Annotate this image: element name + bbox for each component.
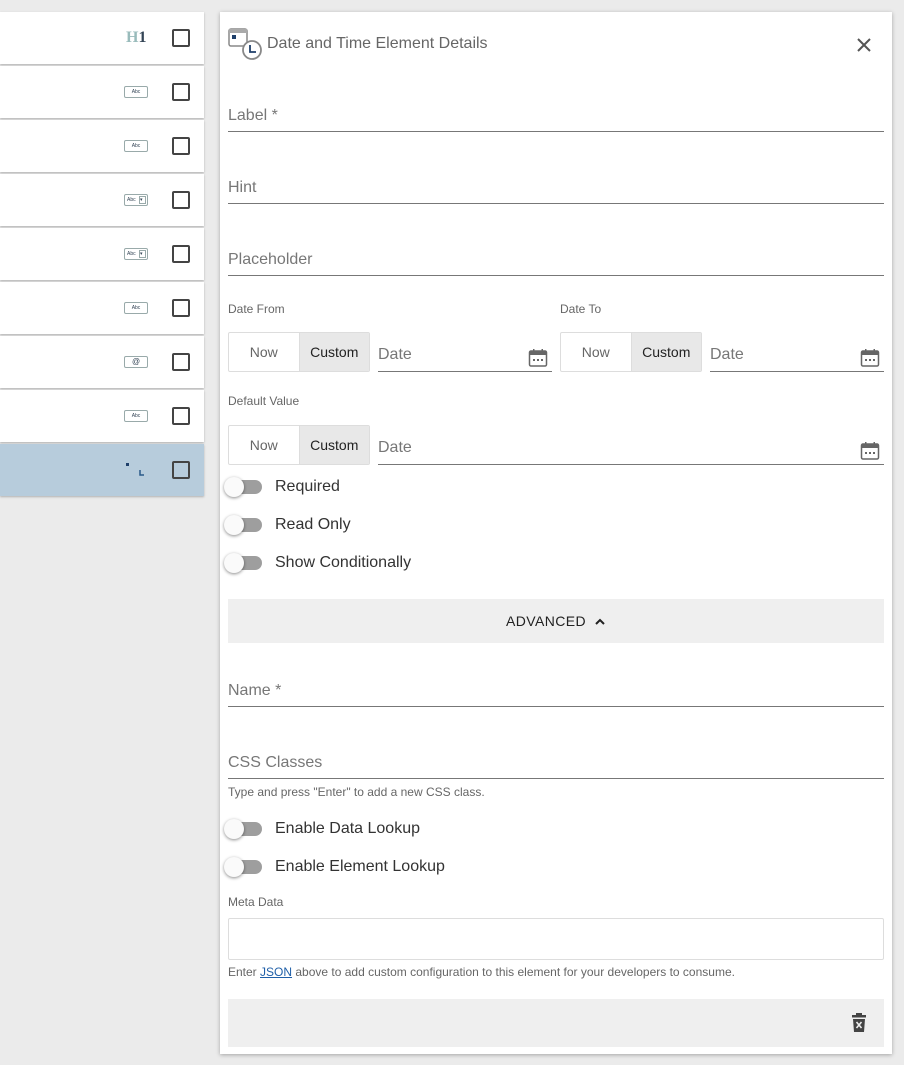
label-field[interactable]: Label *: [228, 92, 884, 132]
date-to-input[interactable]: Date: [710, 334, 884, 372]
advanced-section-toggle[interactable]: ADVANCED: [228, 599, 884, 643]
row-checkbox[interactable]: [172, 353, 190, 371]
hint-field[interactable]: Hint: [228, 164, 884, 204]
default-value-custom-button[interactable]: Custom: [298, 426, 369, 464]
date-time-element-icon: [228, 26, 264, 62]
panel-header: Date and Time Element Details: [228, 26, 892, 62]
list-item-heading[interactable]: H1: [0, 12, 204, 64]
dropdown-icon: Abc ▾: [124, 246, 148, 262]
enable-data-lookup-toggle[interactable]: Enable Data Lookup: [224, 817, 420, 841]
text-field-icon: Abc: [124, 138, 148, 154]
name-field[interactable]: Name *: [228, 667, 884, 707]
css-classes-field[interactable]: CSS Classes: [228, 739, 884, 779]
json-link[interactable]: JSON: [260, 965, 292, 979]
text-field-icon: Abc: [124, 408, 148, 424]
meta-data-hint: Enter JSON above to add custom configura…: [228, 965, 735, 979]
row-checkbox[interactable]: [172, 83, 190, 101]
list-item-text[interactable]: Abc: [0, 282, 204, 334]
enable-element-lookup-toggle[interactable]: Enable Element Lookup: [224, 855, 445, 879]
list-item-text[interactable]: Abc: [0, 120, 204, 172]
date-from-now-button[interactable]: Now: [229, 333, 299, 371]
row-checkbox[interactable]: [172, 191, 190, 209]
date-to-custom-button[interactable]: Custom: [630, 333, 701, 371]
show-conditionally-toggle[interactable]: Show Conditionally: [224, 551, 411, 575]
date-from-toggle: Now Custom: [228, 332, 370, 372]
date-from-label: Date From: [228, 302, 285, 316]
required-toggle[interactable]: Required: [224, 475, 340, 499]
calendar-icon[interactable]: [860, 348, 880, 368]
heading-h1-icon: H1: [126, 29, 147, 46]
panel-title: Date and Time Element Details: [267, 35, 488, 52]
row-checkbox[interactable]: [172, 137, 190, 155]
date-from-custom-button[interactable]: Custom: [298, 333, 369, 371]
element-list: H1 Abc Abc Abc ▾ Abc ▾ Abc @ Abc: [0, 12, 204, 498]
details-panel: Date and Time Element Details Label * Hi…: [220, 12, 892, 1054]
css-classes-hint: Type and press "Enter" to add a new CSS …: [228, 785, 485, 799]
list-item-dropdown[interactable]: Abc ▾: [0, 228, 204, 280]
calendar-icon[interactable]: [860, 441, 880, 461]
text-field-icon: Abc: [124, 84, 148, 100]
date-from-input[interactable]: Date: [378, 334, 552, 372]
date-to-label: Date To: [560, 302, 602, 316]
meta-data-label: Meta Data: [228, 895, 284, 909]
date-to-toggle: Now Custom: [560, 332, 702, 372]
row-checkbox[interactable]: [172, 461, 190, 479]
row-checkbox[interactable]: [172, 299, 190, 317]
trash-icon[interactable]: [848, 1012, 870, 1034]
list-item-text[interactable]: Abc: [0, 66, 204, 118]
panel-footer: [228, 999, 884, 1047]
list-item-dropdown[interactable]: Abc ▾: [0, 174, 204, 226]
close-icon[interactable]: [852, 33, 876, 57]
default-value-toggle: Now Custom: [228, 425, 370, 465]
email-field-icon: @: [124, 354, 148, 370]
list-item-text[interactable]: Abc: [0, 390, 204, 442]
row-checkbox[interactable]: [172, 245, 190, 263]
toggle-switch[interactable]: [224, 857, 262, 877]
chevron-up-icon: [594, 615, 606, 627]
toggle-switch[interactable]: [224, 553, 262, 573]
list-item-email[interactable]: @: [0, 336, 204, 388]
text-field-icon: Abc: [124, 300, 148, 316]
default-value-label: Default Value: [228, 394, 300, 408]
date-time-icon: [124, 462, 148, 478]
calendar-icon[interactable]: [528, 348, 548, 368]
dropdown-icon: Abc ▾: [124, 192, 148, 208]
toggle-switch[interactable]: [224, 477, 262, 497]
placeholder-field[interactable]: Placeholder: [228, 236, 884, 276]
list-item-datetime[interactable]: [0, 444, 204, 496]
toggle-switch[interactable]: [224, 515, 262, 535]
read-only-toggle[interactable]: Read Only: [224, 513, 351, 537]
date-to-now-button[interactable]: Now: [561, 333, 631, 371]
default-value-now-button[interactable]: Now: [229, 426, 299, 464]
row-checkbox[interactable]: [172, 407, 190, 425]
default-value-input[interactable]: Date: [378, 427, 884, 465]
meta-data-input[interactable]: [228, 918, 884, 960]
row-checkbox[interactable]: [172, 29, 190, 47]
toggle-switch[interactable]: [224, 819, 262, 839]
